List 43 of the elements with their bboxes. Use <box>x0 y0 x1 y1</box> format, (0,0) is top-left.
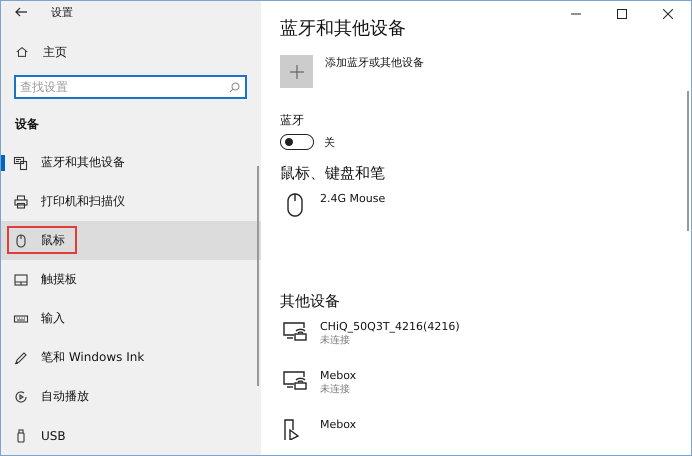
home-icon <box>15 45 29 59</box>
touchpad-icon <box>13 272 29 288</box>
section-heading: 其他设备 <box>280 292 341 311</box>
section-heading: 鼠标、键盘和笔 <box>280 164 386 183</box>
add-device-button[interactable] <box>280 55 313 88</box>
back-arrow-icon[interactable] <box>15 7 27 17</box>
device-name[interactable]: CHiQ_50Q3T_4216(4216) <box>320 320 460 333</box>
autoplay-icon <box>13 388 29 404</box>
home-link[interactable]: 主页 <box>43 44 67 60</box>
pen-icon <box>13 350 29 366</box>
scrollbar[interactable] <box>257 166 259 386</box>
toggle-state: 关 <box>324 134 335 150</box>
search-field[interactable]: 查找设置 <box>14 75 247 99</box>
device-status: 未连接 <box>320 382 351 396</box>
maximize-icon[interactable] <box>617 9 627 19</box>
keyboard-screen-icon <box>13 154 29 170</box>
section-heading: 设备 <box>15 116 40 133</box>
sidebar-item[interactable]: USB <box>1 416 261 455</box>
window-title: 设置 <box>51 4 73 20</box>
device-name[interactable]: 2.4G Mouse <box>320 192 386 205</box>
printer-icon <box>13 194 29 210</box>
sidebar-item[interactable]: 触摸板 <box>1 260 261 299</box>
device-name[interactable]: Mebox <box>320 369 356 382</box>
sidebar-item[interactable]: 鼠标 <box>1 221 261 260</box>
plus-icon <box>290 64 304 78</box>
wireless-display-icon <box>281 320 309 342</box>
mouse-icon <box>286 192 304 218</box>
device-name[interactable]: Mebox <box>320 418 356 431</box>
device-status: 未连接 <box>320 334 351 347</box>
search-icon <box>229 82 240 93</box>
sidebar-item[interactable]: 蓝牙和其他设备 <box>1 143 261 182</box>
minimize-icon[interactable] <box>571 13 581 15</box>
page-title: 蓝牙和其他设备 <box>280 17 406 41</box>
sidebar-item[interactable]: 打印机和扫描仪 <box>1 182 261 221</box>
sidebar-item[interactable]: 输入 <box>1 299 261 338</box>
sidebar-item[interactable]: 笔和 Windows Ink <box>1 338 261 377</box>
close-icon[interactable] <box>663 9 673 19</box>
scrollbar[interactable] <box>687 91 689 231</box>
add-device-label[interactable]: 添加蓝牙或其他设备 <box>325 55 424 70</box>
bluetooth-toggle[interactable] <box>280 134 314 150</box>
sidebar-item[interactable]: 自动播放 <box>1 377 261 416</box>
wireless-display-icon <box>281 369 309 391</box>
bluetooth-label: 蓝牙 <box>280 112 305 129</box>
